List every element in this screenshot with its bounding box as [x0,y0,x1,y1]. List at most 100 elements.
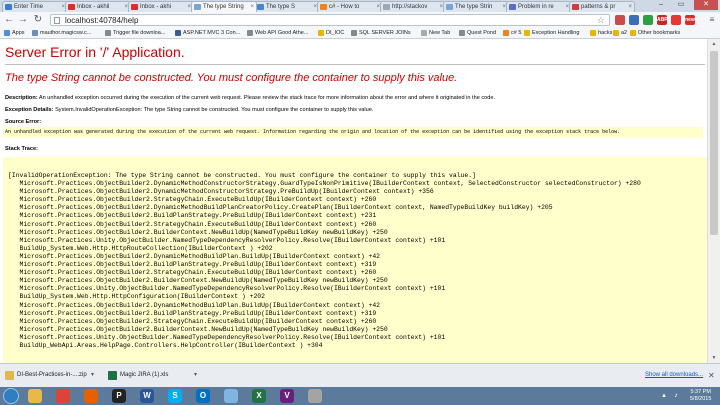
sqlserver-taskbar-icon[interactable] [308,389,322,403]
bookmark-item[interactable]: Exception Handling [524,28,579,38]
extension-icon[interactable] [643,15,653,25]
clock[interactable]: 5:37 PM 5/8/2015 [690,389,711,403]
browser-tab[interactable]: Inbox - akhil × [65,1,131,12]
word-taskbar-icon[interactable]: W [140,389,154,403]
source-error-label: Source Error: [5,119,42,125]
exception-label: Exception Details: [5,107,54,113]
stack-trace-line: Microsoft.Practices.ObjectBuilder2.Strat… [8,196,377,204]
bookmark-item[interactable]: New Tab [421,28,450,38]
error-message: The type String cannot be constructed. Y… [5,72,458,84]
stack-trace-line: Microsoft.Practices.ObjectBuilder2.Strat… [8,220,377,228]
tab-favicon-icon [257,4,264,10]
chrome-taskbar-icon[interactable] [56,389,70,403]
tab-label: Enter Time [14,4,44,10]
bookmark-item[interactable]: a2 [613,28,627,38]
bookmark-item[interactable]: mauthor.magicsw.c... [32,28,91,38]
vertical-scrollbar[interactable]: ▲ ▼ [707,39,720,363]
browser-tab[interactable]: c# - How to × [317,1,383,12]
stack-trace-line: Microsoft.Practices.Unity.ObjectBuilder.… [8,333,446,341]
bookmark-label: Web API Good Athe... [255,30,309,36]
stack-trace-line: BuildUp_System.Web.Http.HttpRouteCollect… [8,244,273,252]
app-taskbar-icon[interactable]: P [112,389,126,403]
volume-icon[interactable]: ♪ [672,392,680,400]
download-menu-icon[interactable]: ▾ [194,368,197,383]
tray-arrow-icon[interactable]: ▴ [660,392,668,400]
browser-tab[interactable]: http://stackov × [380,1,446,12]
tab-favicon-icon [572,4,579,10]
tab-close-icon[interactable]: × [628,2,632,12]
download-menu-icon[interactable]: ▾ [91,368,94,383]
tab-favicon-icon [131,4,138,10]
bookmark-item[interactable]: Apps [4,28,25,38]
show-all-downloads-link[interactable]: Show all downloads... [645,372,703,378]
bookmark-icon [175,30,181,36]
browser-tab[interactable]: Enter Time × [2,1,68,12]
start-button[interactable] [3,388,19,404]
vertical-scroll-thumb[interactable] [710,51,718,235]
tab-label: The type Strin [455,4,493,10]
bookmark-icon [4,30,10,36]
extension-icon[interactable]: ABP [657,15,668,25]
excel-taskbar-icon[interactable]: X [252,389,266,403]
download-file-icon [108,371,117,380]
bookmark-star-icon[interactable]: ☆ [597,15,605,26]
stack-trace-line: Microsoft.Practices.ObjectBuilder2.Build… [8,261,377,269]
tab-favicon-icon [68,4,75,10]
stack-trace-line: Microsoft.Practices.Unity.ObjectBuilder.… [8,236,446,244]
bookmark-item[interactable]: SQL SERVER JOINs [351,28,411,38]
paint-taskbar-icon[interactable] [224,389,238,403]
stack-trace-line: Microsoft.Practices.ObjectBuilder2.Build… [8,277,388,285]
stack-trace-line: Microsoft.Practices.Unity.ObjectBuilder.… [8,285,446,293]
extension-icon[interactable] [671,15,681,25]
back-icon[interactable]: ← [3,14,15,26]
bookmark-icon [421,30,427,36]
bookmark-item[interactable]: Trigger file downloa... [105,28,165,38]
stack-trace-line: Microsoft.Practices.ObjectBuilder2.Dynam… [8,188,434,196]
exception-details: Exception Details: System.InvalidOperati… [5,107,373,113]
bookmark-label: c# 5 [511,30,522,36]
bookmark-label: Other bookmarks [638,30,681,36]
bookmark-item[interactable]: Other bookmarks [630,28,680,38]
visualstudio-taskbar-icon[interactable]: V [280,389,294,403]
outlook-taskbar-icon[interactable]: O [196,389,210,403]
maximize-icon[interactable]: ▭ [672,0,690,10]
minimize-icon[interactable]: – [652,0,670,10]
stack-trace-label: Stack Trace: [5,146,38,152]
address-url: localhost:40784/help [65,16,139,25]
browser-tab[interactable]: patterns & pr × [569,1,635,12]
bookmark-item[interactable]: Web API Good Athe... [247,28,308,38]
extension-icon[interactable] [615,15,625,25]
browser-tab[interactable]: Problem in re × [506,1,572,12]
download-item[interactable]: Magic JIRA (1).xls ▾ [106,368,215,383]
tab-close-icon[interactable]: × [250,2,254,12]
skype-taskbar-icon[interactable]: S [168,389,182,403]
forward-icon[interactable]: → [17,14,29,26]
close-window-icon[interactable]: ✕ [694,0,718,10]
browser-tab[interactable]: The type String × [191,1,257,12]
source-error-text: An unhandled exception was generated dur… [3,127,703,138]
bookmarks-bar: Apps mauthor.magicsw.c... Trigger file dow… [0,28,720,39]
scroll-down-icon[interactable]: ▼ [708,353,720,363]
downloads-shelf: DI-Best-Practices-in-....zip ▾ Magic JIRA … [0,363,720,387]
browser-tab[interactable]: The type S × [254,1,320,12]
menu-icon[interactable]: ≡ [706,14,718,26]
close-downloads-icon[interactable]: ✕ [708,371,715,380]
browser-tab[interactable]: The type Strin × [443,1,509,12]
firefox-taskbar-icon[interactable] [84,389,98,403]
browser-tab[interactable]: Inbox - akhi × [128,1,194,12]
extension-icon[interactable]: new [685,15,695,25]
tab-favicon-icon [383,4,390,10]
scroll-up-icon[interactable]: ▲ [708,39,720,49]
bookmark-item[interactable]: DI_IOC [318,28,344,38]
explorer-taskbar-icon[interactable] [28,389,42,403]
reload-icon[interactable]: ↻ [32,14,44,26]
download-item[interactable]: DI-Best-Practices-in-....zip ▾ [3,368,112,383]
bookmark-label: mauthor.magicsw.c... [40,30,92,36]
bookmark-item[interactable]: ASP.NET MVC 3 Con... [175,28,240,38]
bookmark-item[interactable]: hacks [590,28,612,38]
title-divider [5,64,705,65]
bookmark-item[interactable]: Quest Pond [459,28,496,38]
extension-icon[interactable] [629,15,639,25]
address-bar[interactable]: localhost:40784/help ☆ [50,14,610,26]
bookmark-item[interactable]: c# 5 [503,28,521,38]
